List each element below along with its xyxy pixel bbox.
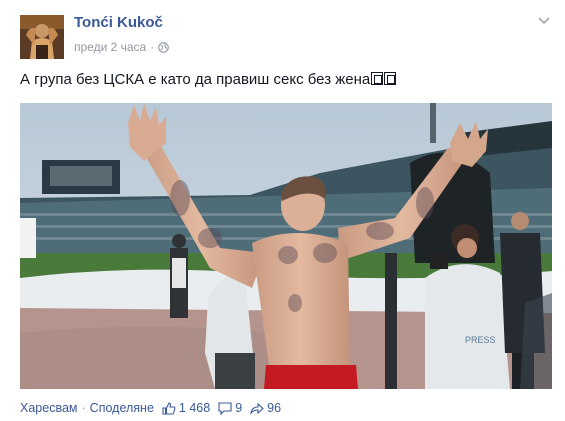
globe-icon[interactable] bbox=[158, 41, 170, 53]
action-separator: · bbox=[81, 401, 86, 415]
post-timestamp[interactable]: преди 2 часа bbox=[74, 40, 146, 54]
comments-count[interactable]: 9 bbox=[235, 401, 242, 415]
football-player-celebration-photo: PRESS bbox=[20, 103, 552, 389]
post-text-content: А група без ЦСКА е като да правиш секс б… bbox=[20, 71, 371, 88]
missing-glyph-icon bbox=[371, 72, 384, 85]
post-meta: преди 2 часа · bbox=[74, 40, 170, 54]
like-button[interactable]: Харесвам bbox=[20, 401, 78, 415]
svg-text:PRESS: PRESS bbox=[465, 335, 496, 345]
post-photo[interactable]: PRESS bbox=[20, 103, 552, 389]
author-avatar[interactable] bbox=[20, 15, 64, 59]
meta-separator: · bbox=[150, 40, 155, 54]
post-text: А група без ЦСКА е като да правиш секс б… bbox=[20, 71, 397, 88]
missing-glyph-icon bbox=[384, 72, 397, 85]
chevron-down-icon[interactable] bbox=[537, 16, 551, 26]
likes-count[interactable]: 1 468 bbox=[179, 401, 210, 415]
share-button[interactable]: Споделяне bbox=[90, 401, 154, 415]
post-action-bar: Харесвам · Споделяне 1 468 9 96 bbox=[20, 401, 287, 415]
author-name[interactable]: Tonći Kukoč bbox=[74, 14, 163, 31]
shares-count[interactable]: 96 bbox=[267, 401, 281, 415]
share-arrow-icon[interactable] bbox=[250, 402, 264, 415]
facebook-post: Tonći Kukoč преди 2 часа · А група без Ц… bbox=[0, 0, 565, 421]
comment-icon[interactable] bbox=[218, 401, 232, 415]
thumbs-up-icon[interactable] bbox=[162, 401, 176, 415]
